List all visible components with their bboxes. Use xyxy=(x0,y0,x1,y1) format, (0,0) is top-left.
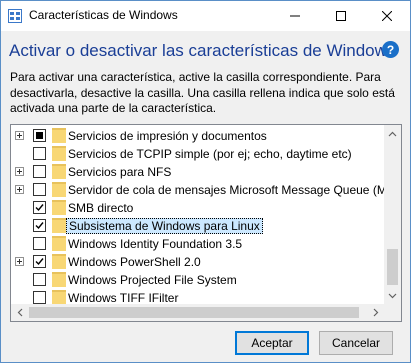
feature-row[interactable]: Windows Projected File System xyxy=(11,271,385,289)
feature-row[interactable]: Servicios de TCPIP simple (por ej; echo,… xyxy=(11,145,385,163)
expand-plus-icon[interactable] xyxy=(15,257,24,266)
feature-checkbox[interactable] xyxy=(33,147,46,160)
scroll-down-button[interactable] xyxy=(384,287,401,304)
feature-row[interactable]: SMB directo xyxy=(11,199,385,217)
feature-label: Servicios para NFS xyxy=(68,165,172,179)
instructions-text: Para activar una característica, active … xyxy=(10,70,395,115)
scroll-left-button[interactable] xyxy=(11,304,28,321)
feature-checkbox[interactable] xyxy=(33,237,46,250)
features-window: Características de Windows Activar o des… xyxy=(0,0,411,363)
features-tree[interactable]: Servicios de impresión y documentos Servi… xyxy=(10,124,402,322)
help-icon[interactable]: ? xyxy=(382,41,399,58)
feature-row[interactable]: Servicios de impresión y documentos xyxy=(11,127,385,145)
feature-checkbox[interactable] xyxy=(33,273,46,286)
feature-label: Windows PowerShell 2.0 xyxy=(68,255,201,269)
feature-checkbox[interactable] xyxy=(33,183,46,196)
scroll-right-button[interactable] xyxy=(367,304,384,321)
close-icon xyxy=(382,11,392,21)
accept-button[interactable]: Aceptar xyxy=(235,331,309,355)
title-bar[interactable]: Características de Windows xyxy=(1,1,410,31)
expand-plus-icon[interactable] xyxy=(15,185,24,194)
feature-checkbox[interactable] xyxy=(33,165,46,178)
horizontal-scrollbar[interactable] xyxy=(11,304,384,321)
minimize-button[interactable] xyxy=(272,1,318,31)
chevron-right-icon xyxy=(373,308,378,317)
feature-label: Servicios de impresión y documentos xyxy=(68,129,267,143)
maximize-icon xyxy=(336,11,346,21)
feature-row[interactable]: Servidor de cola de mensajes Microsoft M… xyxy=(11,181,395,199)
feature-row[interactable]: Windows Identity Foundation 3.5 xyxy=(11,235,385,253)
feature-checkbox[interactable] xyxy=(33,219,46,232)
feature-label: Servicios de TCPIP simple (por ej; echo,… xyxy=(68,147,352,161)
scrollbar-corner xyxy=(384,304,401,321)
maximize-button[interactable] xyxy=(318,1,364,31)
chevron-up-icon xyxy=(388,131,397,136)
horizontal-scroll-thumb[interactable] xyxy=(29,307,359,318)
expand-plus-icon[interactable] xyxy=(15,167,24,176)
feature-label: Subsistema de Windows para Linux xyxy=(66,218,263,234)
feature-label: Windows Projected File System xyxy=(68,273,237,287)
scroll-up-button[interactable] xyxy=(384,125,401,142)
window-features-icon xyxy=(8,9,22,23)
expand-plus-icon[interactable] xyxy=(15,131,24,140)
window-title: Características de Windows xyxy=(29,8,178,22)
feature-checkbox[interactable] xyxy=(33,255,46,268)
feature-label: SMB directo xyxy=(68,201,134,215)
feature-label: Windows TIFF IFilter xyxy=(68,291,179,305)
dialog-heading: Activar o desactivar las características… xyxy=(9,41,396,60)
feature-label: Servidor de cola de mensajes Microsoft M… xyxy=(68,183,395,197)
feature-row[interactable]: Windows PowerShell 2.0 xyxy=(11,253,385,271)
vertical-scrollbar[interactable] xyxy=(384,125,401,321)
feature-checkbox[interactable] xyxy=(33,291,46,304)
features-list: Servicios de impresión y documentos Servi… xyxy=(11,127,395,307)
feature-row[interactable]: Servicios para NFS xyxy=(11,163,385,181)
feature-row[interactable]: Subsistema de Windows para Linux xyxy=(11,217,385,235)
close-button[interactable] xyxy=(364,1,410,31)
chevron-left-icon xyxy=(17,308,22,317)
feature-label: Windows Identity Foundation 3.5 xyxy=(68,237,243,251)
chevron-down-icon xyxy=(388,293,397,298)
minimize-icon xyxy=(290,15,300,17)
feature-checkbox[interactable] xyxy=(33,201,46,214)
vertical-scroll-thumb[interactable] xyxy=(387,249,398,285)
feature-checkbox[interactable] xyxy=(33,129,46,142)
cancel-button[interactable]: Cancelar xyxy=(319,331,393,355)
